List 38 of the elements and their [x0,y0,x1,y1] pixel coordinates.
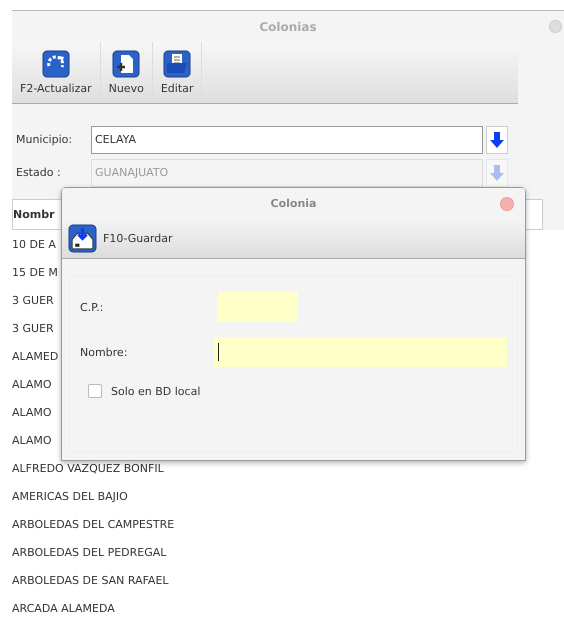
table-cell: ARCADA ALAMEDA [12,602,115,614]
toolbar-button[interactable]: F2-Actualizar [12,42,101,103]
table-cell: ARBOLEDAS DE SAN RAFAEL [12,574,169,586]
close-icon[interactable] [500,197,514,211]
toolbar-button[interactable]: Nuevo [100,42,153,103]
cp-label: C.P.: [79,300,104,314]
new-document-icon [112,50,140,78]
municipio-field[interactable]: CELAYA [91,126,483,154]
save-button[interactable]: F10-Guardar [68,224,173,252]
table-cell: ALFREDO VAZQUEZ BONFIL [12,462,164,474]
down-arrow-icon [490,130,504,149]
table-cell: 10 DE A [12,238,56,250]
table-cell: 3 GUER [12,322,54,334]
window-title: Colonias [259,20,317,34]
table-cell: 15 DE M [12,266,58,278]
table-cell: ARBOLEDAS DEL PEDREGAL [12,546,166,558]
table-cell: ALAMO [12,378,52,390]
dropdown-button[interactable] [486,126,508,154]
down-arrow-icon [490,164,504,182]
table-cell: 3 GUER [12,294,54,306]
table-cell: ALAMO [12,434,52,446]
cp-input-field[interactable] [218,292,298,322]
folder-document-icon [163,50,192,78]
table-cell: ARBOLEDAS DEL CAMPESTRE [12,518,174,530]
dialog-title: Colonia [270,196,316,210]
municipio-label: Municipio: [15,133,74,146]
nombre-label: Nombre: [79,346,128,358]
table-cell: ALAMO [12,406,52,418]
checkbox-label: Solo en BD local [111,384,200,398]
estado-label: Estado : [15,166,62,180]
checkbox[interactable] [88,384,102,398]
refresh-icon [42,50,70,78]
table-cell: ALAMED [12,350,58,362]
table-cell: AMERICAS DEL BAJIO [12,490,128,502]
nombre-input-field[interactable] [214,337,507,367]
toolbar-button[interactable]: Editar [152,42,202,103]
close-icon[interactable] [549,20,562,33]
save-icon [68,224,97,252]
